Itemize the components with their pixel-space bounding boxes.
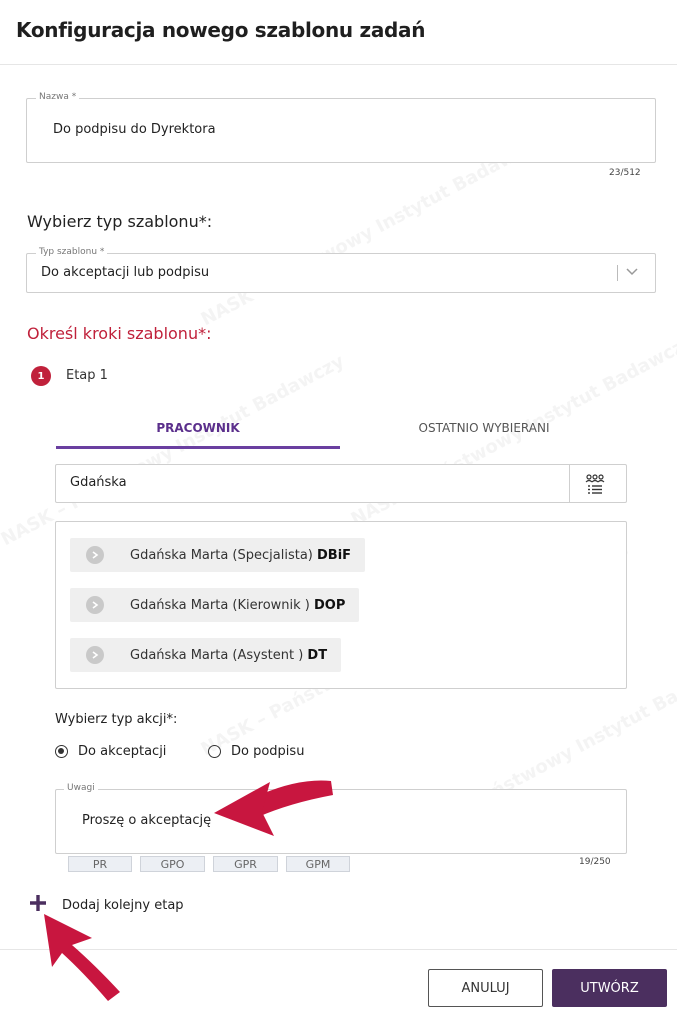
- arrow-to-notes: [214, 780, 333, 836]
- annotation-arrows: [44, 780, 333, 1001]
- arrow-to-add-step: [44, 914, 120, 1001]
